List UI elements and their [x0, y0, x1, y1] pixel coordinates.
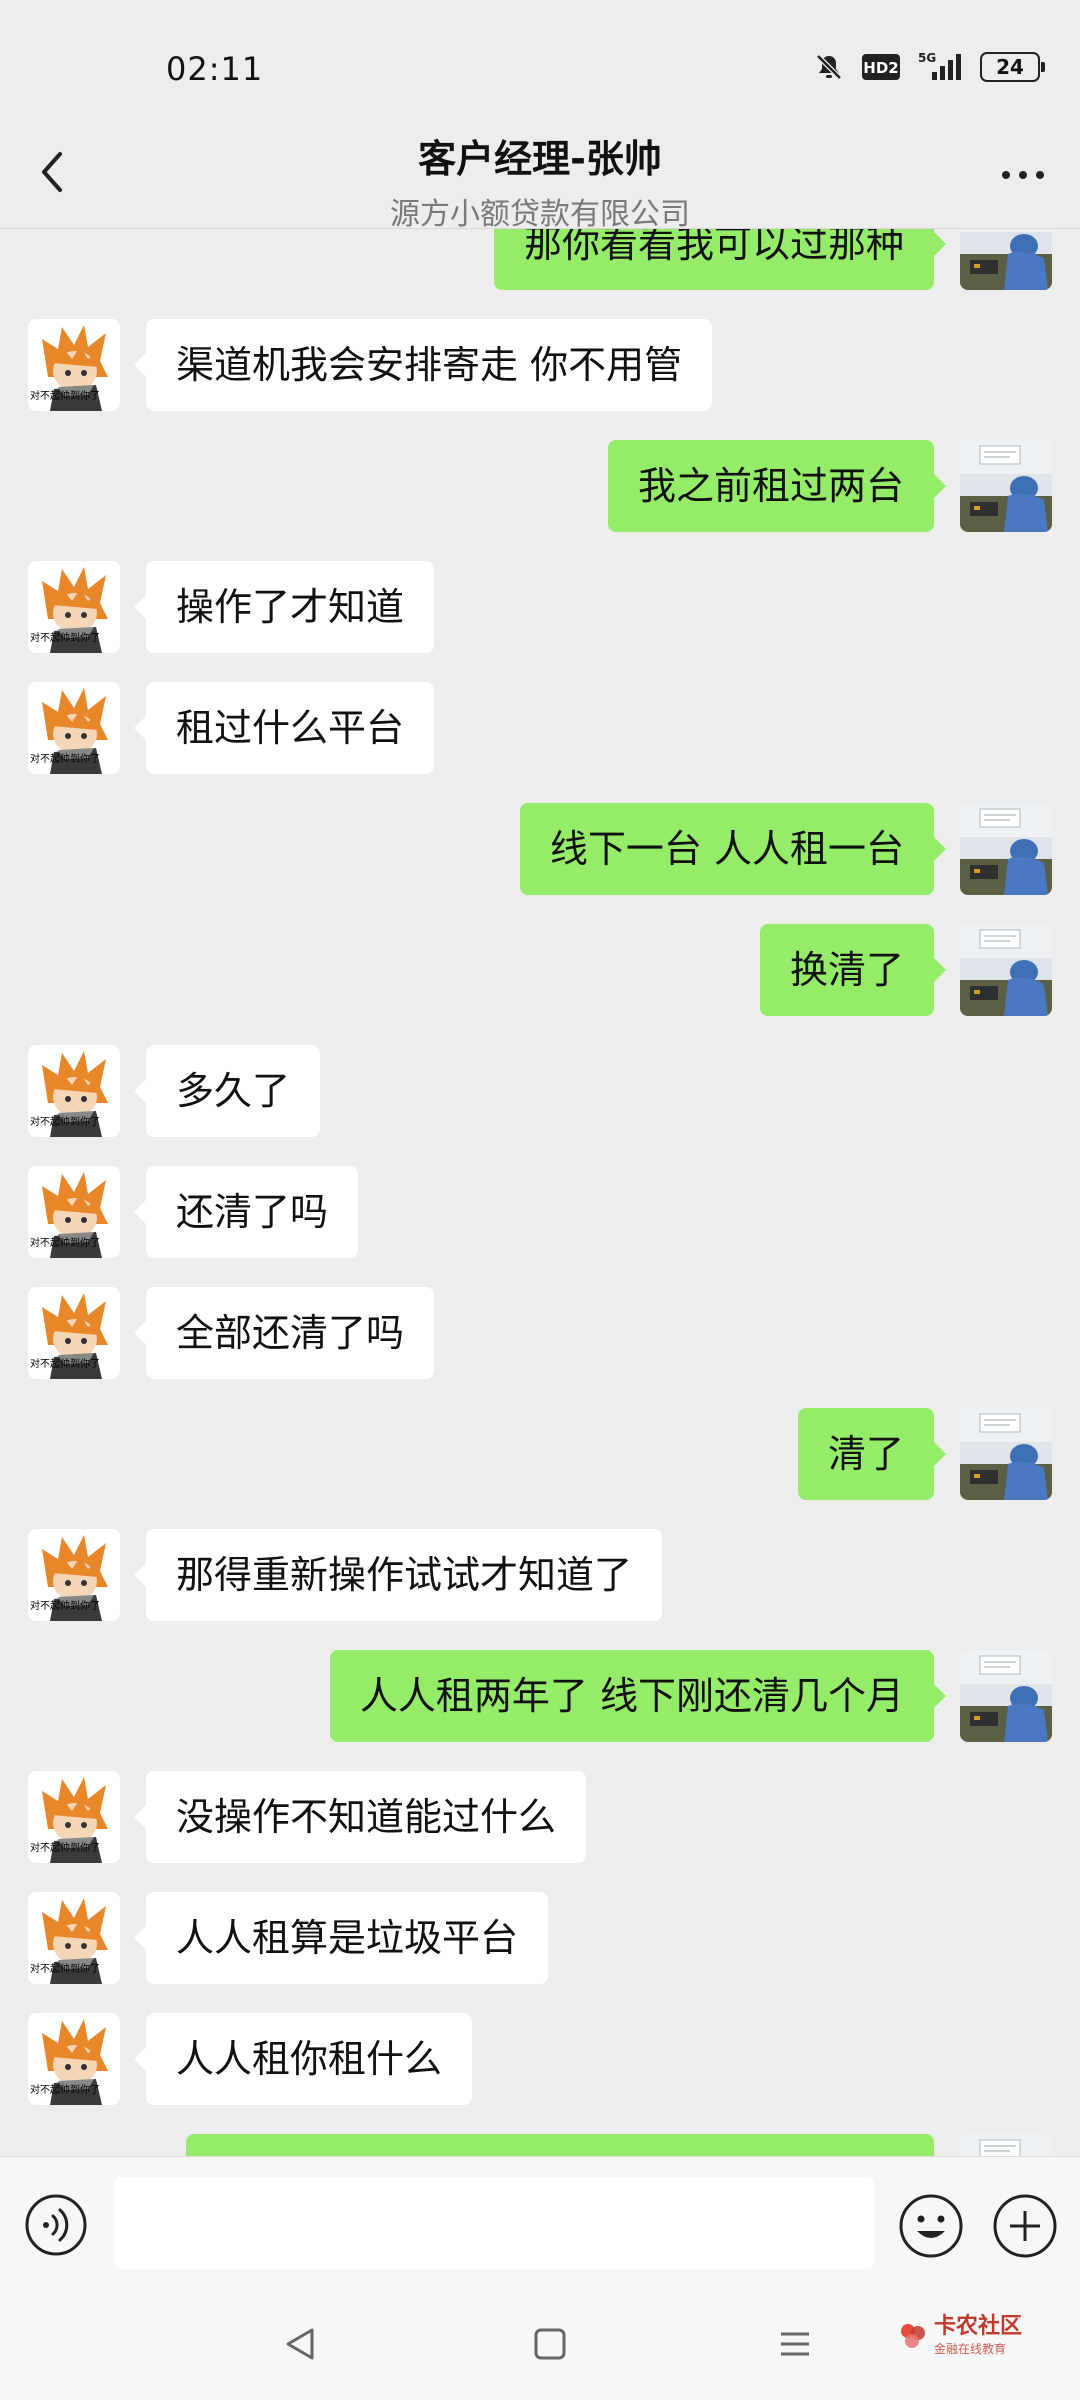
received-message: 对不起帅到你了 渠道机我会安排寄走 你不用管: [0, 319, 1080, 411]
page-title: 客户经理-张帅: [418, 137, 662, 181]
message-bubble[interactable]: 没操作不知道能过什么: [133, 1771, 587, 1863]
voice-button[interactable]: [24, 2193, 88, 2257]
received-message: 对不起帅到你了 那得重新操作试试才知道了: [0, 1529, 1080, 1621]
more-options-button[interactable]: [988, 150, 1058, 200]
user-avatar[interactable]: [960, 1408, 1052, 1500]
battery-icon: 24: [980, 52, 1045, 82]
sent-message: 清了: [0, 1408, 1080, 1500]
network-label: 5G: [918, 52, 936, 65]
voice-icon: [25, 2194, 87, 2256]
message-bubble[interactable]: 我之前租过两台: [607, 440, 947, 532]
message-bubble[interactable]: 人人租两年了 线下刚还清几个月: [329, 1650, 947, 1742]
square-home-icon: [534, 2328, 566, 2360]
avatar-caption: 对不起帅到你了: [30, 389, 100, 402]
agent-avatar[interactable]: 对不起帅到你了: [28, 1045, 120, 1137]
menu-lines-icon: [781, 2332, 809, 2356]
message-bubble[interactable]: 操作了才知道: [133, 561, 435, 653]
received-message: 对不起帅到你了 租过什么平台: [0, 682, 1080, 774]
chat-header: 客户经理-张帅 源方小额贷款有限公司: [0, 120, 1080, 232]
watermark-title: 卡农社区: [934, 2314, 1023, 2339]
plus-circle-icon: [993, 2194, 1057, 2258]
avatar-caption: 对不起帅到你了: [30, 1357, 100, 1370]
message-bubble[interactable]: 渠道机我会安排寄走 你不用管: [133, 319, 713, 411]
agent-avatar[interactable]: 对不起帅到你了: [28, 1771, 120, 1863]
message-bubble[interactable]: 租过什么平台: [133, 682, 435, 774]
sent-message: [0, 2134, 1080, 2156]
user-avatar[interactable]: [960, 228, 1052, 290]
message-bubble[interactable]: 人人租算是垃圾平台: [133, 1892, 549, 1984]
sent-message: 线下一台 人人租一台: [0, 803, 1080, 895]
signal-icon: 5G: [918, 52, 961, 80]
agent-avatar[interactable]: 对不起帅到你了: [28, 1166, 120, 1258]
emoji-icon: [899, 2194, 963, 2258]
received-message: 对不起帅到你了 没操作不知道能过什么: [0, 1771, 1080, 1863]
received-message: 对不起帅到你了 多久了: [0, 1045, 1080, 1137]
received-message: 对不起帅到你了 人人租你租什么: [0, 2013, 1080, 2105]
user-avatar[interactable]: [960, 440, 1052, 532]
more-functions-button[interactable]: [992, 2193, 1058, 2259]
status-icons: HD2 5G 24: [814, 52, 1045, 82]
received-message: 对不起帅到你了 操作了才知道: [0, 561, 1080, 653]
hd-label: HD2: [863, 59, 898, 77]
avatar-caption: 对不起帅到你了: [30, 1236, 100, 1249]
status-bar: 02:11 HD2 5G 24: [0, 0, 1080, 140]
status-time: 02:11: [166, 50, 264, 88]
sent-message: 换清了: [0, 924, 1080, 1016]
message-bubble[interactable]: 换清了: [759, 924, 947, 1016]
triangle-back-icon: [286, 2328, 314, 2360]
nav-home-button[interactable]: [530, 2324, 570, 2368]
agent-avatar[interactable]: 对不起帅到你了: [28, 319, 120, 411]
message-bubble[interactable]: 清了: [797, 1408, 947, 1500]
more-dot-icon: [1019, 171, 1027, 179]
message-bubble[interactable]: [186, 2134, 934, 2156]
avatar-caption: 对不起帅到你了: [30, 1841, 100, 1854]
sent-message: 我之前租过两台: [0, 440, 1080, 532]
message-bubble[interactable]: 人人租你租什么: [133, 2013, 473, 2105]
mute-icon: [816, 54, 842, 80]
avatar-caption: 对不起帅到你了: [30, 752, 100, 765]
avatar-caption: 对不起帅到你了: [30, 1115, 100, 1128]
hd-icon: HD2: [862, 54, 900, 80]
page-subtitle: 源方小额贷款有限公司: [390, 197, 690, 232]
received-message: 对不起帅到你了 人人租算是垃圾平台: [0, 1892, 1080, 1984]
agent-avatar[interactable]: 对不起帅到你了: [28, 2013, 120, 2105]
agent-avatar[interactable]: 对不起帅到你了: [28, 1287, 120, 1379]
agent-avatar[interactable]: 对不起帅到你了: [28, 1529, 120, 1621]
emoji-button[interactable]: [898, 2193, 964, 2259]
avatar-caption: 对不起帅到你了: [30, 631, 100, 644]
user-avatar[interactable]: [960, 803, 1052, 895]
sent-message: 人人租两年了 线下刚还清几个月: [0, 1650, 1080, 1742]
avatar-caption: 对不起帅到你了: [30, 1962, 100, 1975]
agent-avatar[interactable]: 对不起帅到你了: [28, 561, 120, 653]
message-list[interactable]: 那你看看我可以过那种 对不起帅到你了 渠道机我会安排寄走 你不用管 我之前租过两台 对不…: [0, 228, 1080, 2156]
message-bubble[interactable]: 多久了: [133, 1045, 321, 1137]
avatar-caption: 对不起帅到你了: [30, 1599, 100, 1612]
user-avatar[interactable]: [960, 1650, 1052, 1742]
watermark-logo-icon: [901, 2323, 925, 2348]
more-dot-icon: [1036, 171, 1044, 179]
title-block: 客户经理-张帅 源方小额贷款有限公司: [0, 128, 1080, 233]
agent-avatar[interactable]: 对不起帅到你了: [28, 1892, 120, 1984]
nav-recents-button[interactable]: [775, 2324, 815, 2368]
nav-back-button[interactable]: [280, 2324, 320, 2368]
watermark-subtitle: 金融在线教育: [934, 2342, 1007, 2356]
user-avatar[interactable]: [960, 924, 1052, 1016]
input-bar: [0, 2156, 1080, 2291]
system-nav-bar: 卡农社区 金融在线教育: [0, 2290, 1080, 2400]
more-dot-icon: [1002, 171, 1010, 179]
message-bubble[interactable]: 还清了吗: [133, 1166, 359, 1258]
message-bubble[interactable]: 那得重新操作试试才知道了: [133, 1529, 663, 1621]
message-bubble[interactable]: 全部还清了吗: [133, 1287, 435, 1379]
received-message: 对不起帅到你了 还清了吗: [0, 1166, 1080, 1258]
user-avatar[interactable]: [960, 2134, 1052, 2156]
message-input[interactable]: [114, 2177, 874, 2269]
received-message: 对不起帅到你了 全部还清了吗: [0, 1287, 1080, 1379]
agent-avatar[interactable]: 对不起帅到你了: [28, 682, 120, 774]
message-bubble[interactable]: 那你看看我可以过那种: [493, 228, 947, 290]
avatar-caption: 对不起帅到你了: [30, 2083, 100, 2096]
message-bubble[interactable]: 线下一台 人人租一台: [519, 803, 947, 895]
watermark: 卡农社区 金融在线教育: [898, 2314, 1022, 2357]
sent-message: 那你看看我可以过那种: [0, 228, 1080, 290]
